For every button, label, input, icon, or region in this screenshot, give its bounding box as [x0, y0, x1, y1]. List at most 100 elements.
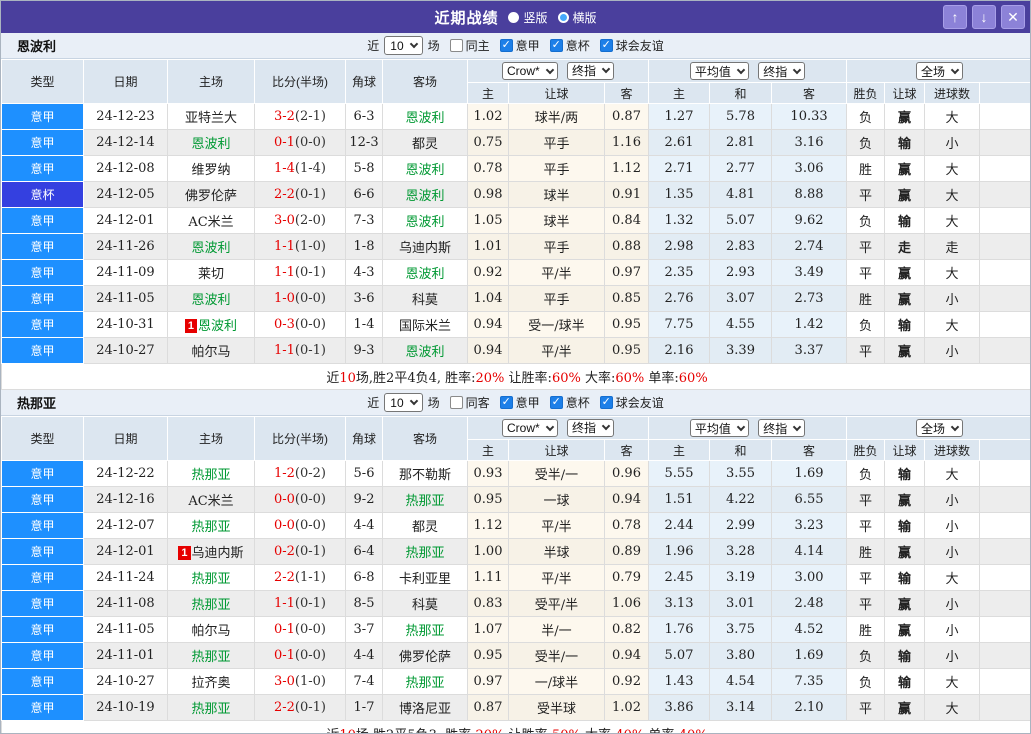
close-button[interactable]: ✕ [1001, 5, 1025, 29]
avg-draw-odds: 4.22 [709, 486, 773, 513]
avg-draw-odds: 3.75 [709, 616, 773, 643]
result-handicap: 输 [884, 311, 926, 338]
league-serie-a-checkbox[interactable]: ✓ [499, 396, 513, 409]
final-index-select[interactable]: 终指 [567, 418, 615, 437]
handicap-home-odds: 0.78 [467, 155, 509, 182]
date-cell: 24-12-07 [83, 512, 168, 539]
average-group-header: 平均值 终指 [648, 59, 848, 83]
col-header-handicap-away: 客 [603, 82, 650, 104]
check-icon: ✓ [551, 39, 561, 51]
handicap-home-odds: 1.01 [467, 233, 509, 260]
result-goals: 大 [924, 668, 981, 695]
away-cell: 乌迪内斯 [382, 233, 468, 260]
league-coppa-label: 意杯 [565, 39, 590, 53]
radio-unchecked-icon [557, 11, 569, 23]
avg-away-odds: 3.00 [771, 564, 848, 591]
handicap-line: 平/半 [508, 564, 605, 591]
fulltime-score: 1-0 [273, 291, 295, 306]
fulltime-select[interactable]: 全场 [916, 62, 964, 80]
summary-part: 60% [678, 371, 708, 386]
final-index-select-2[interactable]: 终指 [758, 419, 806, 437]
handicap-home-odds: 1.07 [467, 616, 509, 643]
result-outcome: 负 [846, 103, 886, 130]
league-friendly-checkbox[interactable]: ✓ [599, 39, 613, 52]
corner-cell: 1-4 [345, 311, 383, 338]
layout-horizontal-radio[interactable]: 横版 [557, 9, 597, 26]
same-venue-checkbox[interactable]: ✓ [449, 396, 463, 409]
check-icon: ✓ [501, 39, 511, 51]
handicap-away-odds: 0.91 [603, 181, 650, 208]
match-row: 意甲 24-10-27 拉齐奥 3-0(1-0) 7-4 热那亚 0.97 一/… [1, 668, 1030, 695]
halftime-score: (2-1) [294, 109, 326, 124]
result-goals: 小 [924, 285, 981, 312]
filter-bar: 近 10 场 ✓ 同主 ✓ 意甲 ✓ 意杯 ✓ 球会友谊 [1, 33, 1030, 58]
result-outcome: 胜 [846, 538, 886, 565]
away-cell: 恩波利 [382, 337, 468, 364]
league-cell: 意甲 [1, 512, 84, 539]
date-cell: 24-10-31 [83, 311, 168, 338]
avg-away-odds: 2.73 [771, 285, 848, 312]
move-up-button[interactable]: ↑ [943, 5, 967, 29]
handicap-home-odds: 0.98 [467, 181, 509, 208]
fulltime-select[interactable]: 全场 [916, 419, 964, 437]
avg-draw-odds: 5.07 [709, 207, 773, 234]
home-team: 热那亚 [191, 650, 231, 665]
move-down-button[interactable]: ↓ [972, 5, 996, 29]
home-cell: 恩波利 [167, 129, 255, 156]
result-outcome: 负 [846, 207, 886, 234]
avg-draw-odds: 3.19 [709, 564, 773, 591]
result-handicap: 输 [884, 460, 926, 487]
date-cell: 24-10-27 [83, 668, 168, 695]
avg-draw-odds: 3.07 [709, 285, 773, 312]
league-coppa-checkbox[interactable]: ✓ [549, 39, 563, 52]
handicap-line: 平手 [508, 233, 605, 260]
avg-away-odds: 4.52 [771, 616, 848, 643]
final-index-select[interactable]: 终指 [567, 61, 615, 80]
final-index-value-2: 终指 [763, 64, 788, 79]
date-cell: 24-11-05 [83, 616, 168, 643]
layout-vertical-radio[interactable]: 竖版 [508, 9, 548, 26]
result-goals: 大 [924, 181, 981, 208]
halftime-score: (1-4) [294, 161, 326, 176]
handicap-away-odds: 0.96 [603, 460, 650, 487]
match-count-select[interactable]: 10 [384, 393, 423, 412]
handicap-home-odds: 0.95 [467, 486, 509, 513]
avg-home-odds: 2.45 [648, 564, 711, 591]
league-friendly-checkbox[interactable]: ✓ [599, 396, 613, 409]
home-team: 维罗纳 [191, 163, 231, 178]
home-team: 亚特兰大 [184, 111, 237, 126]
result-outcome: 胜 [846, 285, 886, 312]
match-row: 意甲 24-12-22 热那亚 1-2(0-2) 5-6 那不勒斯 0.93 受… [1, 460, 1030, 487]
handicap-away-odds: 1.16 [603, 129, 650, 156]
match-count-select[interactable]: 10 [384, 36, 423, 55]
away-team: 佛罗伦萨 [398, 650, 451, 665]
average-select[interactable]: 平均值 [689, 419, 749, 437]
league-coppa-checkbox[interactable]: ✓ [549, 396, 563, 409]
chevron-down-icon [950, 65, 960, 74]
league-cell: 意甲 [1, 642, 84, 669]
avg-home-odds: 1.27 [648, 103, 711, 130]
away-cell: 恩波利 [382, 207, 468, 234]
same-venue-checkbox[interactable]: ✓ [449, 39, 463, 52]
fulltime-score: 0-1 [273, 622, 295, 637]
away-cell: 热那亚 [382, 486, 468, 513]
odds-source-select[interactable]: Crow* [501, 62, 558, 81]
col-header-avg-away: 客 [771, 82, 848, 104]
league-serie-a-checkbox[interactable]: ✓ [499, 39, 513, 52]
odds-source-select[interactable]: Crow* [501, 419, 558, 438]
result-outcome: 负 [846, 311, 886, 338]
summary-part: 50% [552, 728, 581, 733]
result-outcome: 负 [846, 129, 886, 156]
score-cell: 3-2(2-1) [254, 103, 346, 130]
average-select[interactable]: 平均值 [689, 62, 749, 80]
col-header-handicap-away: 客 [603, 439, 650, 461]
corner-cell: 8-5 [345, 590, 383, 617]
corner-cell: 6-8 [345, 564, 383, 591]
home-cell: AC米兰 [167, 486, 255, 513]
avg-draw-odds: 3.14 [709, 694, 773, 721]
final-index-select-2[interactable]: 终指 [758, 62, 806, 80]
summary-part: 单率: [644, 371, 679, 386]
corner-cell: 3-6 [345, 285, 383, 312]
col-header-avg-draw: 和 [709, 82, 773, 104]
result-goals: 小 [924, 642, 981, 669]
